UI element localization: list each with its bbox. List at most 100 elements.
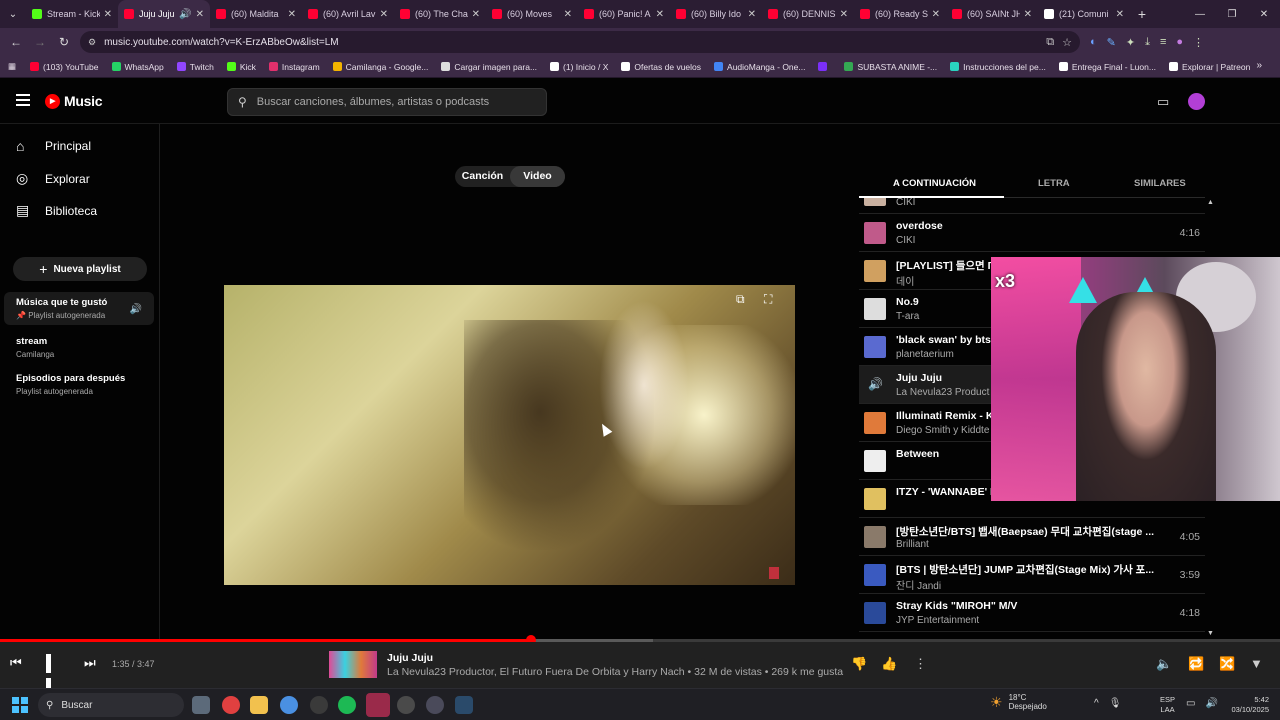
bookmark-item[interactable]: Entrega Final - Luon... bbox=[1058, 62, 1156, 72]
browser-tab[interactable]: (60) Panic! A ✕ bbox=[578, 0, 670, 28]
bookmark-item[interactable]: Instagram bbox=[268, 62, 320, 72]
mic-icon[interactable]: 🎙 bbox=[1109, 698, 1122, 709]
browser-tab[interactable]: Juju Juju 🔊 ✕ bbox=[118, 0, 210, 28]
next-icon[interactable]: ⏭ bbox=[84, 655, 96, 671]
language-indicator[interactable]: ESP LAA bbox=[1160, 695, 1175, 715]
restore-icon[interactable]: ❐ bbox=[1216, 0, 1248, 28]
more-bookmarks-icon[interactable]: » bbox=[1256, 60, 1262, 71]
bookmark-item[interactable] bbox=[818, 62, 831, 72]
fullscreen-icon[interactable]: ⛶ bbox=[764, 292, 772, 307]
bookmark-item[interactable]: Ofertas de vuelos bbox=[621, 62, 701, 72]
close-tab-icon[interactable]: ✕ bbox=[288, 9, 296, 20]
scroll-up-icon[interactable]: ▲ bbox=[1207, 199, 1214, 206]
bookmark-item[interactable]: Cargar imagen para... bbox=[441, 62, 537, 72]
bookmark-item[interactable]: Camilanga - Google... bbox=[332, 62, 428, 72]
bookmark-item[interactable]: Twitch bbox=[176, 62, 214, 72]
bookmark-item[interactable]: SUBASTA ANIME -... bbox=[844, 62, 937, 72]
cast-icon[interactable]: ▭ bbox=[1157, 94, 1169, 110]
close-tab-icon[interactable]: ✕ bbox=[656, 9, 664, 20]
now-playing-title[interactable]: Juju Juju bbox=[387, 652, 433, 664]
weather-widget[interactable]: ☀ 18°C Despejado bbox=[990, 693, 1047, 711]
app-window-icon[interactable] bbox=[366, 693, 390, 717]
forward-icon[interactable]: → bbox=[28, 35, 52, 49]
tab-up-next[interactable]: A CONTINUACIÓN bbox=[893, 178, 976, 189]
close-tab-icon[interactable]: ✕ bbox=[1024, 9, 1032, 20]
more-options-icon[interactable]: ⋮ bbox=[914, 656, 927, 672]
obs-icon[interactable] bbox=[397, 696, 415, 714]
close-tab-icon[interactable]: ✕ bbox=[380, 9, 388, 20]
media-icon[interactable]: ≡ bbox=[1160, 36, 1166, 48]
sidebar-item-explorar[interactable]: ◎ Explorar bbox=[16, 170, 90, 187]
bookmark-item[interactable]: Kick bbox=[226, 62, 256, 72]
menu-icon[interactable]: ⋮ bbox=[1193, 36, 1204, 49]
close-tab-icon[interactable]: ✕ bbox=[472, 9, 480, 20]
apps-icon[interactable]: ▦ bbox=[8, 61, 16, 72]
puzzle-icon[interactable]: ✦ bbox=[1126, 36, 1135, 49]
now-playing-subtitle[interactable]: La Nevula23 Productor, El Futuro Fuera D… bbox=[387, 666, 843, 678]
browser-tab[interactable]: (60) Moves ✕ bbox=[486, 0, 578, 28]
list-item[interactable]: [방탄소년단/BTS] 뱁새(Baepsae) 무대 교차편집(stage ..… bbox=[859, 518, 1205, 556]
reload-icon[interactable]: ↻ bbox=[52, 35, 76, 49]
browser-tab[interactable]: (60) Ready S ✕ bbox=[854, 0, 946, 28]
translate-icon[interactable]: ✎ bbox=[1107, 36, 1116, 49]
sidebar-item-biblioteca[interactable]: ▤ Biblioteca bbox=[16, 202, 97, 219]
tab-audio-icon[interactable]: 🔊 bbox=[179, 9, 191, 20]
shuffle-icon[interactable]: 🔀 bbox=[1219, 656, 1235, 672]
close-tab-icon[interactable]: ✕ bbox=[196, 9, 204, 20]
bookmark-item[interactable]: WhatsApp bbox=[111, 62, 164, 72]
tab-related[interactable]: SIMILARES bbox=[1134, 178, 1186, 189]
app-icon-2[interactable] bbox=[426, 696, 444, 714]
search-input[interactable]: ⚲ Buscar canciones, álbumes, artistas o … bbox=[227, 88, 547, 116]
browser-tab[interactable]: Stream - Kick ✕ bbox=[26, 0, 118, 28]
now-playing-thumbnail[interactable] bbox=[329, 651, 377, 678]
address-bar[interactable]: ⚙ music.youtube.com/watch?v=K-ErzABbeOw&… bbox=[80, 31, 1080, 53]
list-item[interactable]: Stray Kids "MIROH" M/V JYP Entertainment 4… bbox=[859, 594, 1205, 632]
browser-tab[interactable]: (21) Comuni ✕ bbox=[1038, 0, 1130, 28]
taskbar-search[interactable]: ⚲ Buscar bbox=[38, 693, 184, 717]
tab-video[interactable]: Video bbox=[510, 166, 565, 187]
dislike-icon[interactable]: 👎 bbox=[851, 656, 867, 672]
browser-tab[interactable]: (60) Maldita ✕ bbox=[210, 0, 302, 28]
bookmark-item[interactable]: Instrucciones del pe... bbox=[950, 62, 1046, 72]
tab-search-icon[interactable]: ⌄ bbox=[0, 0, 26, 28]
hamburger-menu-icon[interactable] bbox=[16, 94, 30, 106]
app-icon[interactable] bbox=[222, 696, 240, 714]
steam-like-icon[interactable] bbox=[310, 696, 328, 714]
browser-tab[interactable]: (60) The Cha ✕ bbox=[394, 0, 486, 28]
close-tab-icon[interactable]: ✕ bbox=[840, 9, 848, 20]
volume-tray-icon[interactable]: 🔊 bbox=[1205, 698, 1217, 709]
clock[interactable]: 5:42 03/10/2025 bbox=[1225, 695, 1269, 715]
playlist-item-liked[interactable]: Música que te gustó 📌 Playlist autogener… bbox=[4, 292, 154, 325]
browser-tab[interactable]: (60) SAINt JH ✕ bbox=[946, 0, 1038, 28]
video-player[interactable]: ⧉ ⛶ bbox=[224, 285, 795, 585]
site-info-icon[interactable]: ⚙ bbox=[88, 37, 96, 48]
miniplayer-icon[interactable]: ⧉ bbox=[736, 292, 745, 307]
browser-tab[interactable]: (60) Billy Ido ✕ bbox=[670, 0, 762, 28]
bookmark-star-icon[interactable]: ☆ bbox=[1062, 36, 1072, 49]
extension-icon[interactable]: ◐ bbox=[1090, 36, 1097, 48]
windows-start-icon[interactable] bbox=[12, 697, 28, 713]
bookmark-item[interactable]: AudioManga - One... bbox=[714, 62, 805, 72]
close-tab-icon[interactable]: ✕ bbox=[932, 9, 940, 20]
avatar[interactable] bbox=[1188, 93, 1205, 110]
network-icon[interactable]: ▭ bbox=[1186, 698, 1195, 709]
install-app-icon[interactable]: ⧉ bbox=[1046, 36, 1054, 49]
close-tab-icon[interactable]: ✕ bbox=[1116, 9, 1124, 20]
close-tab-icon[interactable]: ✕ bbox=[748, 9, 756, 20]
profile-icon[interactable]: ● bbox=[1176, 36, 1183, 48]
tab-lyrics[interactable]: LETRA bbox=[1038, 178, 1070, 189]
new-tab-icon[interactable]: + bbox=[1130, 6, 1154, 22]
close-tab-icon[interactable]: ✕ bbox=[104, 9, 112, 20]
previous-icon[interactable]: ⏮ bbox=[10, 655, 22, 671]
browser-tab[interactable]: (60) Avril Lav ✕ bbox=[302, 0, 394, 28]
bookmark-item[interactable]: (103) YouTube bbox=[30, 62, 99, 72]
list-item[interactable]: overdose CIKI 4:16 bbox=[859, 214, 1205, 252]
task-view-icon[interactable] bbox=[192, 696, 210, 714]
expand-player-icon[interactable]: ▼ bbox=[1250, 656, 1263, 671]
volume-icon[interactable]: 🔈 bbox=[1156, 656, 1172, 672]
tab-song[interactable]: Canción bbox=[455, 166, 510, 187]
list-item[interactable]: CIKI bbox=[859, 198, 1205, 214]
file-explorer-icon[interactable] bbox=[250, 696, 268, 714]
steam-icon[interactable] bbox=[455, 696, 473, 714]
playlist-item-episodes[interactable]: Episodios para después Playlist autogene… bbox=[4, 368, 154, 401]
